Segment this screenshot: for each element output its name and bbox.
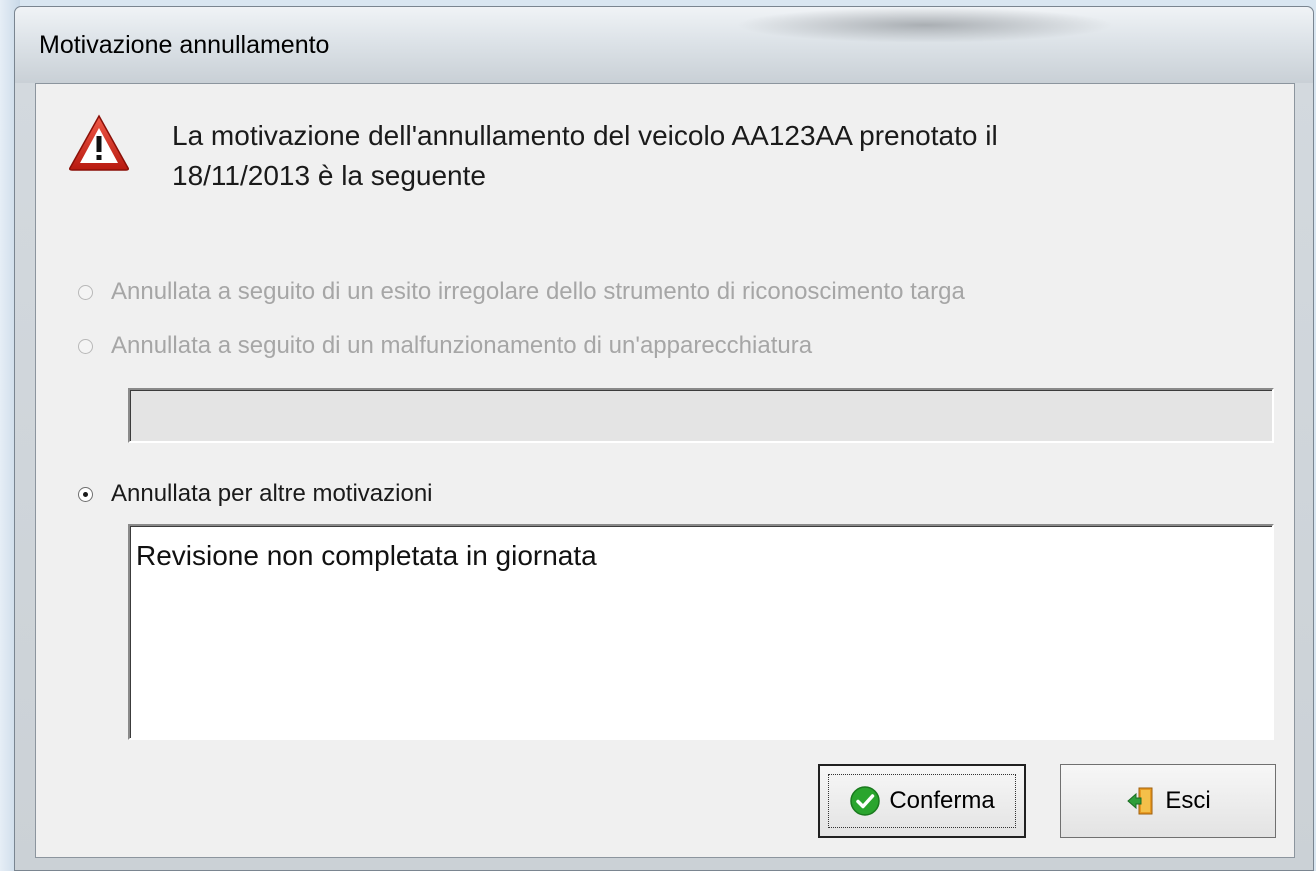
exit-door-icon [1127,787,1153,815]
exit-button[interactable]: Esci [1060,764,1276,838]
message-text: La motivazione dell'annullamento del vei… [172,116,1272,196]
option-label: Annullata a seguito di un esito irregola… [111,278,965,305]
option-equipment-malfunction[interactable]: Annullata a seguito di un malfunzionamen… [78,332,812,360]
dialog-window: Motivazione annullamento La motivazione … [14,6,1314,871]
title-bar[interactable]: Motivazione annullamento [15,7,1313,83]
radio-button[interactable] [78,338,93,354]
message-line-2: 18/11/2013 è la seguente [172,160,486,191]
option-label: Annullata a seguito di un malfunzionamen… [111,332,813,359]
option-other-reasons[interactable]: Annullata per altre motivazioni [78,480,433,508]
dialog-body: La motivazione dell'annullamento del vei… [35,83,1295,858]
warning-icon [69,114,129,171]
message-line-1: La motivazione dell'annullamento del vei… [172,120,998,151]
radio-button[interactable] [78,284,93,300]
confirm-button[interactable]: Conferma [818,764,1026,838]
radio-button-selected[interactable] [78,486,93,502]
option-label: Annullata per altre motivazioni [111,480,433,507]
exit-button-label: Esci [1165,787,1211,814]
title-bar-glare [735,7,1115,43]
check-icon [850,786,881,816]
equipment-input[interactable] [128,388,1274,443]
option-irregular-plate-recognition[interactable]: Annullata a seguito di un esito irregola… [78,278,965,306]
window-title: Motivazione annullamento [39,31,330,59]
other-reason-textarea[interactable]: Revisione non completata in giornata [128,524,1274,740]
